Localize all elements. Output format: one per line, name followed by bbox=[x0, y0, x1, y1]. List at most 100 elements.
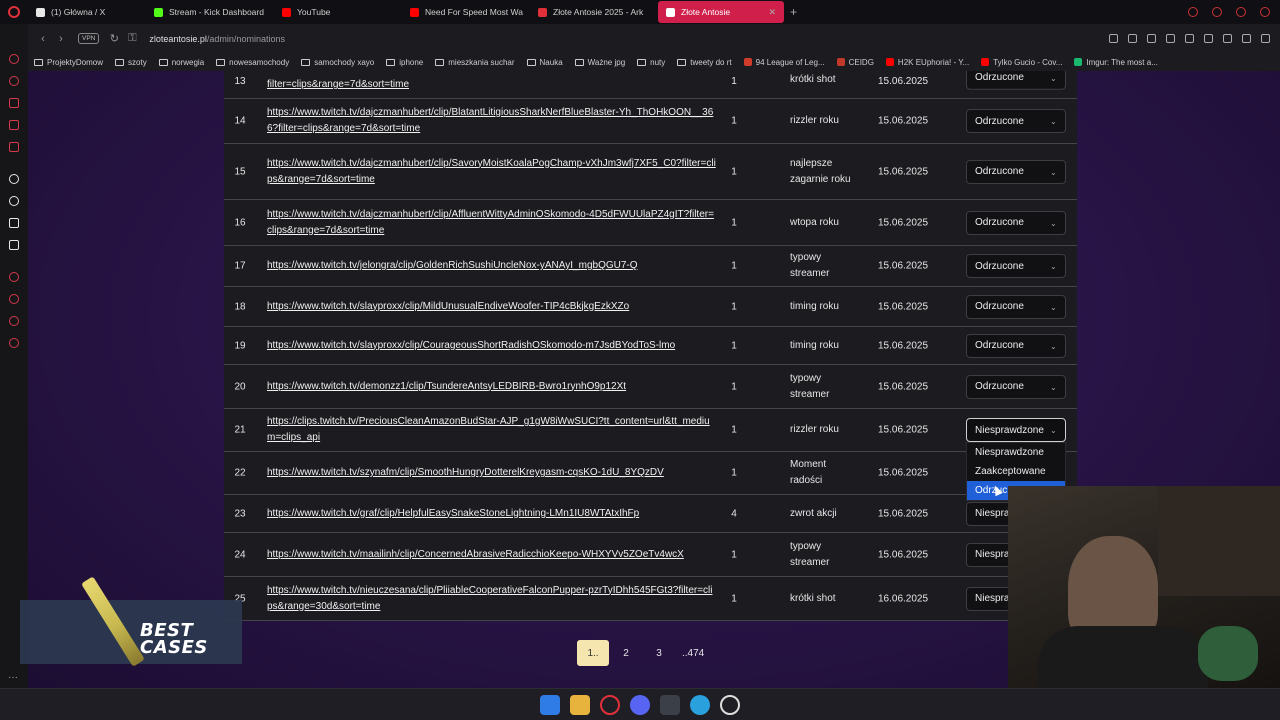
vote-count: 1 bbox=[731, 260, 737, 272]
shield-icon[interactable] bbox=[1147, 34, 1156, 43]
dropdown-option-niesprawdzone[interactable]: Niesprawdzone bbox=[967, 443, 1065, 462]
status-select[interactable]: Odrzucone ⌄ bbox=[966, 294, 1066, 319]
pin-icon[interactable] bbox=[1109, 34, 1118, 43]
messenger-icon[interactable] bbox=[690, 694, 710, 715]
clip-link[interactable]: filter=clips&range=7d&sort=time bbox=[267, 77, 717, 93]
extensions-icon[interactable] bbox=[9, 316, 19, 326]
clock-icon[interactable] bbox=[9, 294, 19, 304]
clip-link[interactable]: https://www.twitch.tv/dajczmanhubert/cli… bbox=[267, 105, 717, 137]
more-icon[interactable]: ··· bbox=[8, 672, 18, 683]
tab-x[interactable]: (1) Główna / X bbox=[28, 1, 146, 23]
lock-icon[interactable]: ⚿ bbox=[123, 32, 141, 45]
obs-icon[interactable] bbox=[720, 694, 740, 715]
page-button-2[interactable]: 2 bbox=[610, 640, 642, 666]
bookmarks-bar: ProjektyDomow szoty norwegia nowesamocho… bbox=[28, 53, 1280, 71]
bookmark-folder[interactable]: mieszkania suchar bbox=[429, 58, 520, 67]
clip-link[interactable]: https://www.twitch.tv/szynafm/clip/Smoot… bbox=[267, 465, 717, 481]
status-select-open[interactable]: Niesprawdzone ⌄ bbox=[966, 418, 1066, 442]
bookmark-folder[interactable]: Ważne jpg bbox=[569, 58, 632, 67]
chatgpt-icon[interactable] bbox=[9, 196, 19, 206]
search-tabs-icon[interactable] bbox=[1188, 7, 1198, 17]
back-icon[interactable]: ‹ bbox=[34, 33, 52, 45]
clip-link[interactable]: https://www.twitch.tv/graf/clip/HelpfulE… bbox=[267, 506, 717, 522]
aria-icon[interactable] bbox=[9, 174, 19, 184]
messenger-icon[interactable] bbox=[9, 142, 19, 152]
news-icon[interactable] bbox=[9, 120, 19, 130]
bookmark-folder[interactable]: Nauka bbox=[521, 58, 569, 67]
status-select[interactable]: Odrzucone ⌄ bbox=[966, 71, 1066, 90]
wallet-icon[interactable] bbox=[1223, 34, 1232, 43]
bookmark-folder[interactable]: iphone bbox=[380, 58, 429, 67]
discord-icon[interactable] bbox=[630, 694, 650, 715]
opera-gx-icon[interactable] bbox=[600, 694, 620, 715]
clip-link[interactable]: https://clips.twitch.tv/PreciousCleanAma… bbox=[267, 414, 717, 446]
briefcase-icon[interactable] bbox=[9, 98, 19, 108]
bookmark-folder[interactable]: nuty bbox=[631, 58, 671, 67]
clip-link[interactable]: https://www.twitch.tv/jelongra/clip/Gold… bbox=[267, 258, 717, 274]
bookmark-folder[interactable]: ProjektyDomow bbox=[28, 58, 109, 67]
forward-icon[interactable]: › bbox=[52, 33, 70, 45]
close-tab-icon[interactable]: ✕ bbox=[768, 7, 776, 18]
url-field[interactable]: zloteantosie.pl/admin/nominations bbox=[149, 34, 285, 44]
vpn-badge[interactable]: VPN bbox=[78, 33, 100, 44]
bookmark-site[interactable]: 94 League of Leg... bbox=[738, 58, 831, 67]
page-button-3[interactable]: 3 bbox=[643, 640, 675, 666]
heart-icon[interactable] bbox=[1185, 34, 1194, 43]
new-tab-button[interactable]: + bbox=[784, 5, 803, 19]
status-select[interactable]: Odrzucone ⌄ bbox=[966, 210, 1066, 235]
clip-link[interactable]: https://www.twitch.tv/slayproxx/clip/Mil… bbox=[267, 299, 717, 315]
minimize-icon[interactable] bbox=[1212, 7, 1222, 17]
file-explorer-icon[interactable] bbox=[570, 694, 590, 715]
bookmark-site[interactable]: H2K EUphoria! - Y... bbox=[880, 58, 975, 67]
tab-zlote-antosie-ark[interactable]: Złote Antosie 2025 - Ark bbox=[530, 1, 658, 23]
tab-nfs[interactable]: Need For Speed Most Wa bbox=[402, 1, 530, 23]
status-select[interactable]: Odrzucone ⌄ bbox=[966, 109, 1066, 133]
close-window-icon[interactable] bbox=[1260, 7, 1270, 17]
tab-kick[interactable]: Stream - Kick Dashboard bbox=[146, 1, 274, 23]
page-button-last[interactable]: ..474 bbox=[676, 640, 710, 666]
tab-zlote-antosie[interactable]: Złote Antosie ✕ bbox=[658, 1, 784, 23]
extensions-icon[interactable] bbox=[1204, 34, 1213, 43]
reload-icon[interactable]: ↻ bbox=[105, 32, 123, 45]
clip-link[interactable]: https://www.twitch.tv/slayproxx/clip/Cou… bbox=[267, 338, 717, 354]
status-select[interactable]: Odrzucone ⌄ bbox=[966, 254, 1066, 278]
maximize-icon[interactable] bbox=[1236, 7, 1246, 17]
row-id: 14 bbox=[234, 115, 246, 127]
bookmark-site[interactable]: CEIDG bbox=[831, 58, 880, 67]
clip-link[interactable]: https://www.twitch.tv/demonzz1/clip/Tsun… bbox=[267, 379, 717, 395]
calculator-icon[interactable] bbox=[660, 694, 680, 715]
bookmark-folder[interactable]: tweety do rt bbox=[671, 58, 737, 67]
page-button-1[interactable]: 1.. bbox=[577, 640, 609, 666]
status-select[interactable]: Odrzucone ⌄ bbox=[966, 374, 1066, 399]
bookmark-folder[interactable]: norwegia bbox=[153, 58, 210, 67]
clip-link[interactable]: https://www.twitch.tv/nieuczesana/clip/P… bbox=[267, 583, 717, 615]
dropdown-option-zaakceptowane[interactable]: Zaakceptowane bbox=[967, 462, 1065, 481]
play-icon[interactable] bbox=[1166, 34, 1175, 43]
status-select[interactable]: Odrzucone ⌄ bbox=[966, 333, 1066, 358]
refresh-icon[interactable] bbox=[9, 76, 19, 86]
bookmark-site[interactable]: Imgur: The most a... bbox=[1068, 58, 1163, 67]
status-value: Odrzucone bbox=[975, 166, 1024, 177]
best-cases-overlay: BEST CASES bbox=[20, 576, 242, 678]
clip-link[interactable]: https://www.twitch.tv/maailinh/clip/Conc… bbox=[267, 547, 717, 563]
clip-link[interactable]: https://www.twitch.tv/dajczmanhubert/cli… bbox=[267, 207, 717, 239]
bookmark-folder[interactable]: szoty bbox=[109, 58, 153, 67]
settings-icon[interactable] bbox=[9, 338, 19, 348]
tab-youtube[interactable]: YouTube bbox=[274, 1, 402, 23]
x-icon[interactable] bbox=[9, 240, 19, 250]
bookmark-site[interactable]: Tylko Gucio - Cov... bbox=[975, 58, 1068, 67]
status-select[interactable]: Odrzucone ⌄ bbox=[966, 159, 1066, 184]
opera-logo-icon[interactable] bbox=[0, 0, 28, 24]
history-icon[interactable] bbox=[9, 272, 19, 282]
clip-link[interactable]: https://www.twitch.tv/dajczmanhubert/cli… bbox=[267, 156, 717, 188]
download-icon[interactable] bbox=[1242, 34, 1251, 43]
snapshot-icon[interactable] bbox=[1128, 34, 1137, 43]
bookmark-folder[interactable]: samochody xayo bbox=[295, 58, 380, 67]
windows-start-icon[interactable] bbox=[540, 694, 560, 715]
address-bar: ‹ › VPN ↻ ⚿ zloteantosie.pl/admin/nomina… bbox=[0, 24, 1280, 53]
twitch-icon[interactable] bbox=[9, 218, 19, 228]
bookmark-folder[interactable]: nowesamochody bbox=[210, 58, 295, 67]
home-icon[interactable] bbox=[9, 54, 19, 64]
menu-icon[interactable] bbox=[1261, 34, 1270, 43]
row-id: 18 bbox=[234, 301, 246, 312]
